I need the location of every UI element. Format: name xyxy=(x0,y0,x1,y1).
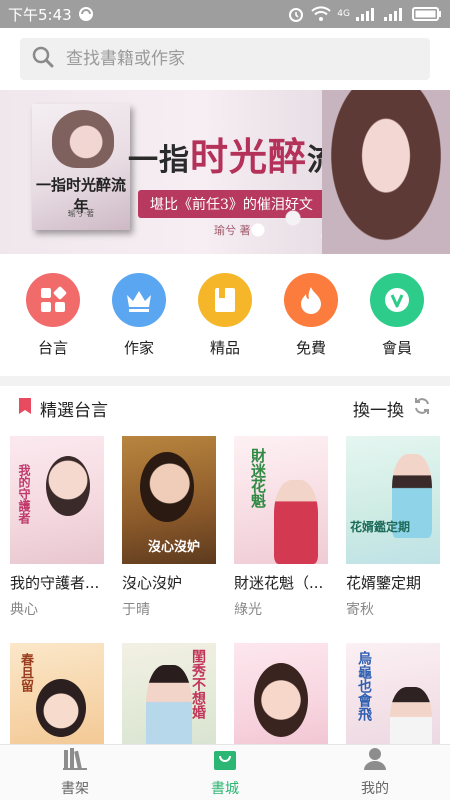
category-label: 會員 xyxy=(381,338,412,357)
headline-prefix: 一指 xyxy=(128,143,190,178)
cover-title: 花婿鑑定期 xyxy=(350,520,411,534)
section-title: 精選台言 xyxy=(40,400,108,421)
cover-title: 我的守護者 xyxy=(17,464,31,524)
cover-title: 財迷花魁 xyxy=(249,448,267,508)
bookmark-icon xyxy=(18,397,32,420)
status-bar: 下午5:43 4G xyxy=(0,0,450,28)
tab-bookstore[interactable]: 書城 xyxy=(175,747,275,798)
book-grid: 我的守護者 我的守護者... 典心 沒心沒妒 沒心沒妒 于晴 財迷花魁 財迷花魁… xyxy=(0,430,450,619)
bottom-tab-bar: 書架 書城 我的 xyxy=(0,744,450,800)
promo-banner[interactable]: 一指时光醉流年 瑜兮·著 一指时光醉流年 堪比《前任3》的催泪好文 瑜兮 著 xyxy=(0,90,450,254)
book-grid-row-2: 春且留 閨秀不想婚 烏龜也會飛 xyxy=(0,637,450,761)
category-writers[interactable]: 作家 xyxy=(99,272,179,358)
book-icon xyxy=(198,272,252,327)
crown-icon xyxy=(112,272,166,327)
cover-art xyxy=(46,456,90,516)
category-label: 精品 xyxy=(209,338,240,357)
category-row: 台言 作家 精品 免費 會員 xyxy=(0,254,450,376)
signal-2-icon xyxy=(384,7,406,21)
category-taiyan[interactable]: 台言 xyxy=(13,272,93,358)
book-cover: 花婿鑑定期 xyxy=(346,436,440,564)
profile-icon xyxy=(363,747,387,775)
book-card[interactable]: 財迷花魁 財迷花魁（... 綠光 xyxy=(234,436,328,619)
section-header: 精選台言 換一換 xyxy=(0,386,450,430)
battery-icon xyxy=(412,7,442,21)
banner-book-cover: 一指时光醉流年 瑜兮·著 xyxy=(32,104,130,230)
tab-profile[interactable]: 我的 xyxy=(325,747,425,798)
category-members[interactable]: 會員 xyxy=(357,272,437,358)
search-input[interactable] xyxy=(66,49,396,69)
bookshelf-icon xyxy=(62,747,88,775)
refresh-button[interactable]: 換一換 xyxy=(353,396,432,421)
tab-bookshelf[interactable]: 書架 xyxy=(25,747,125,798)
book-title: 我的守護者... xyxy=(10,574,100,592)
cover-portrait xyxy=(52,110,114,168)
cover-art xyxy=(36,679,86,737)
search-box[interactable] xyxy=(20,38,430,80)
section-divider xyxy=(0,376,450,386)
book-title: 花婿鑒定期 xyxy=(346,574,422,592)
category-label: 免費 xyxy=(295,338,326,357)
book-card[interactable]: 我的守護者 我的守護者... 典心 xyxy=(10,436,104,619)
banner-portrait xyxy=(322,90,450,254)
status-time: 下午5:43 xyxy=(8,5,72,24)
search-bar-container xyxy=(0,28,450,90)
refresh-label: 換一換 xyxy=(353,400,404,421)
network-type: 4G xyxy=(337,9,350,19)
refresh-icon xyxy=(412,396,432,421)
cover-title: 春且留 xyxy=(18,653,33,692)
search-icon xyxy=(32,46,54,72)
category-label: 台言 xyxy=(37,338,68,357)
cover-art xyxy=(140,452,194,522)
vip-icon xyxy=(370,272,424,327)
wifi-icon xyxy=(311,6,331,22)
headline-accent: 时光醉 xyxy=(190,134,308,179)
tab-label: 我的 xyxy=(361,781,389,797)
book-cover: 沒心沒妒 xyxy=(122,436,216,564)
cover-art xyxy=(254,663,308,737)
store-bag-icon xyxy=(212,747,238,775)
cover-title: 烏龜也會飛 xyxy=(356,651,372,721)
book-author: 綠光 xyxy=(234,602,262,618)
app-notification-icon xyxy=(78,6,94,22)
banner-cover-author: 瑜兮·著 xyxy=(67,209,95,218)
fire-icon xyxy=(284,272,338,327)
book-cover: 我的守護者 xyxy=(10,436,104,564)
book-author: 于晴 xyxy=(122,602,150,618)
book-card[interactable]: 沒心沒妒 沒心沒妒 于晴 xyxy=(122,436,216,619)
tab-label: 書城 xyxy=(211,781,239,797)
alarm-icon xyxy=(287,5,305,23)
cover-art xyxy=(274,480,318,564)
grid-icon xyxy=(26,272,80,327)
category-free[interactable]: 免費 xyxy=(271,272,351,358)
category-label: 作家 xyxy=(123,338,154,357)
signal-icon xyxy=(356,7,378,21)
category-premium[interactable]: 精品 xyxy=(185,272,265,358)
cover-title: 沒心沒妒 xyxy=(148,540,201,555)
tab-label: 書架 xyxy=(61,781,89,797)
book-cover: 財迷花魁 xyxy=(234,436,328,564)
book-author: 典心 xyxy=(10,602,38,618)
book-title: 沒心沒妒 xyxy=(122,574,183,592)
book-title: 財迷花魁（... xyxy=(234,574,324,592)
book-author: 寄秋 xyxy=(346,602,374,618)
cover-title: 閨秀不想婚 xyxy=(190,649,206,719)
book-card[interactable]: 花婿鑑定期 花婿鑒定期 寄秋 xyxy=(346,436,440,619)
